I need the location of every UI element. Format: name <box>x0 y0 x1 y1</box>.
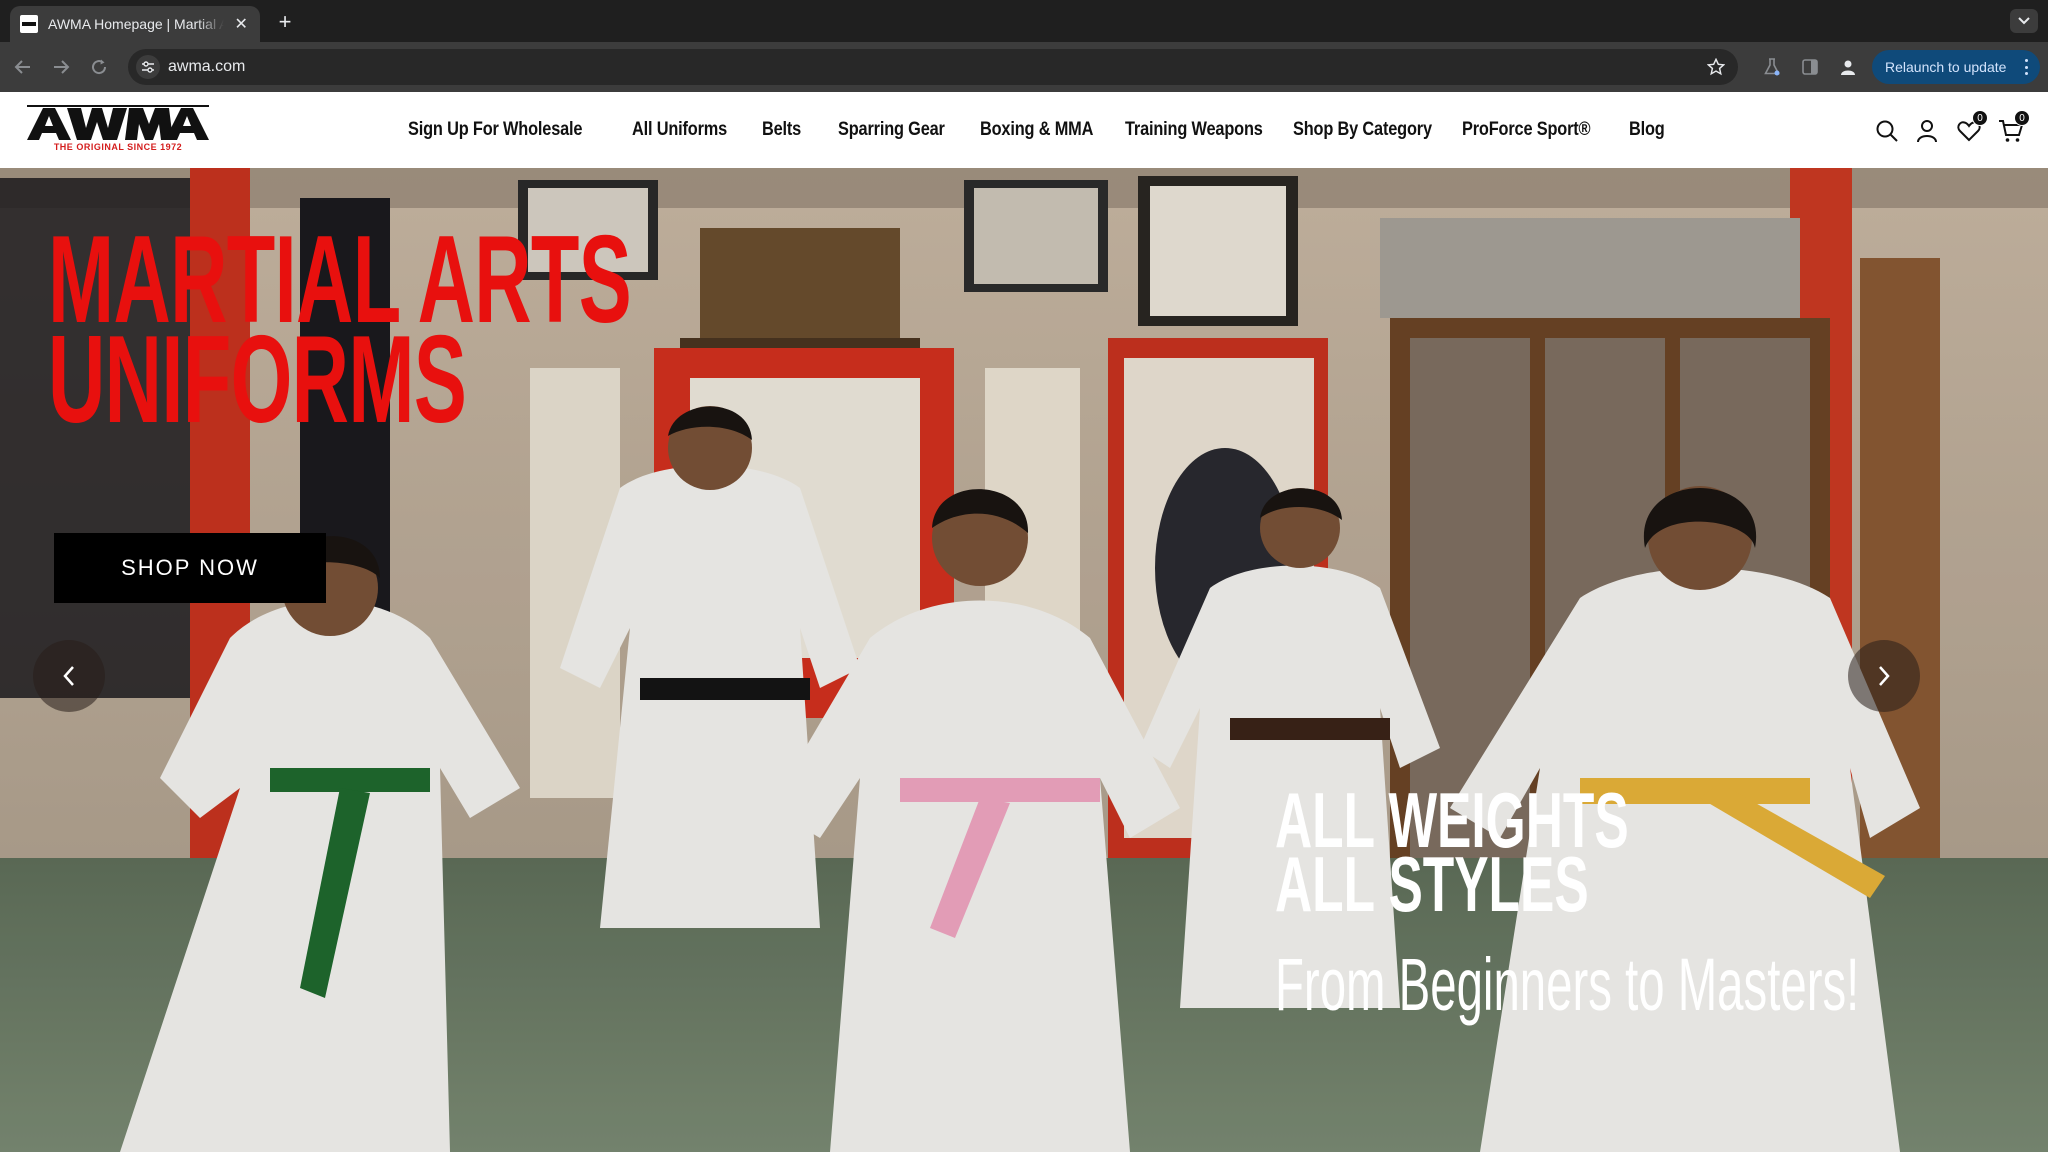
carousel-next-button[interactable] <box>1848 640 1920 712</box>
hero-subtitle-line2: ALL STYLES <box>1275 840 1589 928</box>
logo-tagline: THE ORIGINAL SINCE 1972 <box>53 142 183 152</box>
side-panel-button[interactable] <box>1797 54 1823 80</box>
hero-tagline: From Beginners to Masters! <box>1275 943 1860 1026</box>
awma-favicon-icon <box>20 15 38 33</box>
hero-subtitle: ALL WEIGHTS ALL STYLES <box>1275 781 1629 928</box>
forward-button[interactable] <box>48 54 74 80</box>
cart-button[interactable]: 0 <box>1998 110 2030 144</box>
back-button[interactable] <box>10 54 36 80</box>
awma-logo-wordmark <box>27 105 209 140</box>
wishlist-button[interactable]: 0 <box>1956 110 1988 144</box>
user-icon <box>1917 120 1937 143</box>
tune-icon <box>142 61 154 73</box>
nav-shop-by-category[interactable]: Shop By Category <box>1293 119 1432 141</box>
awma-logo[interactable]: THE ORIGINAL SINCE 1972 <box>25 102 210 158</box>
relaunch-label: Relaunch to update <box>1885 59 2007 75</box>
flask-icon <box>1764 58 1780 76</box>
bookmark-button[interactable] <box>1704 55 1728 79</box>
carousel-prev-button[interactable] <box>33 640 105 712</box>
browser-tab-strip: AWMA Homepage | Martial Arts Uniforms ✕ … <box>0 0 2048 42</box>
nav-belts[interactable]: Belts <box>762 119 801 141</box>
nav-proforce-sport[interactable]: ProForce Sport® <box>1462 119 1591 141</box>
site-info-button[interactable] <box>136 55 160 79</box>
forward-arrow-icon <box>54 60 70 74</box>
reload-icon <box>92 59 107 75</box>
nav-boxing-mma[interactable]: Boxing & MMA <box>980 119 1093 141</box>
url-text[interactable]: awma.com <box>168 58 245 76</box>
tab-search-button[interactable] <box>2010 9 2038 33</box>
profile-button[interactable] <box>1835 54 1861 80</box>
nav-all-uniforms[interactable]: All Uniforms <box>632 119 727 141</box>
chevron-right-icon <box>1879 666 1890 686</box>
nav-sparring-gear[interactable]: Sparring Gear <box>838 119 945 141</box>
main-navigation: Sign Up For Wholesale All Uniforms Belts… <box>408 92 1701 168</box>
person-icon <box>1841 60 1855 75</box>
close-tab-icon[interactable]: ✕ <box>232 14 250 34</box>
browser-toolbar: awma.com Relaunch to update <box>0 42 2048 92</box>
hero-title: MARTIAL ARTS UNIFORMS <box>48 218 632 442</box>
new-tab-button[interactable]: + <box>270 8 300 38</box>
browser-tab[interactable]: AWMA Homepage | Martial Arts Uniforms ✕ <box>10 6 260 42</box>
search-icon <box>1876 120 1898 142</box>
back-arrow-icon <box>14 60 30 74</box>
shop-now-button[interactable]: SHOP NOW <box>54 533 326 603</box>
nav-blog[interactable]: Blog <box>1629 119 1665 141</box>
site-header: THE ORIGINAL SINCE 1972 Sign Up For Whol… <box>0 92 2048 168</box>
search-button[interactable] <box>1874 118 1900 144</box>
nav-sign-up-wholesale[interactable]: Sign Up For Wholesale <box>408 119 583 141</box>
wishlist-count-badge: 0 <box>1972 110 1988 126</box>
cart-count-badge: 0 <box>2014 110 2030 126</box>
account-button[interactable] <box>1914 118 1940 144</box>
relaunch-button[interactable]: Relaunch to update <box>1872 50 2040 84</box>
reload-button[interactable] <box>86 54 112 80</box>
hero-banner: MARTIAL ARTS UNIFORMS SHOP NOW ALL WEIGH… <box>0 168 2048 1152</box>
side-panel-icon <box>1802 59 1818 75</box>
address-bar[interactable]: awma.com <box>128 49 1738 85</box>
chevron-left-icon <box>63 666 74 686</box>
labs-button[interactable] <box>1759 54 1785 80</box>
chevron-down-icon <box>2018 17 2030 25</box>
more-vert-icon <box>2024 59 2028 75</box>
tab-title: AWMA Homepage | Martial Arts Uniforms <box>48 16 225 32</box>
nav-training-weapons[interactable]: Training Weapons <box>1125 119 1263 141</box>
star-icon <box>1707 58 1725 76</box>
